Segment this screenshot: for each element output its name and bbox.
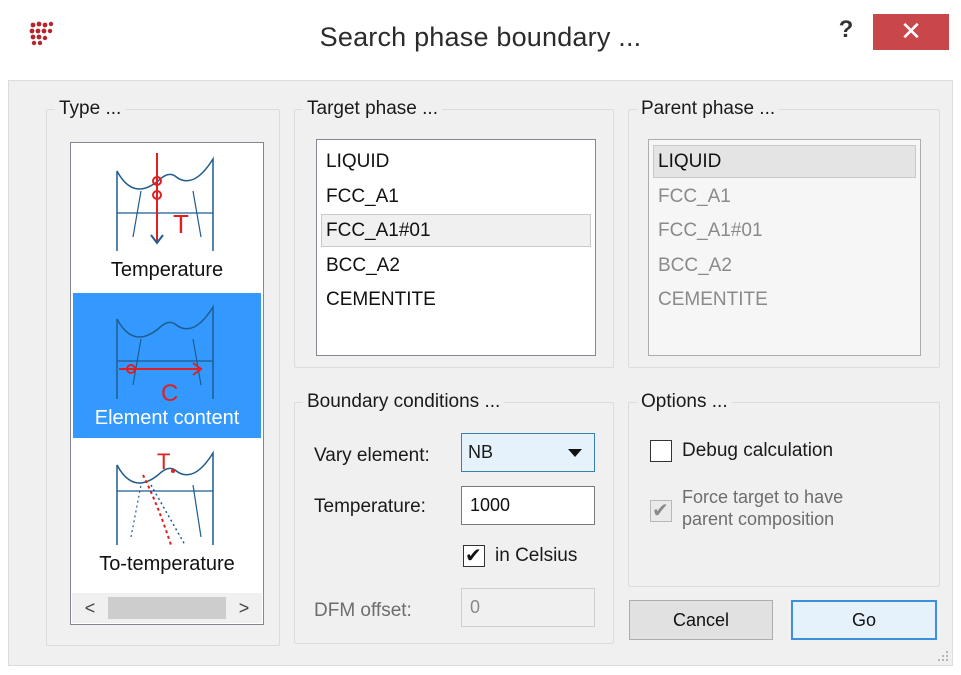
dfm-offset-label: DFM offset:	[314, 600, 412, 621]
target-phase-legend: Target phase ...	[307, 98, 438, 119]
list-item[interactable]: LIQUID	[653, 145, 916, 178]
list-item[interactable]: FCC_A1	[653, 180, 916, 213]
temperature-diagram-icon: T	[116, 153, 214, 251]
force-target-label-line2: parent composition	[682, 509, 835, 529]
help-button[interactable]: ?	[832, 16, 860, 46]
checkmark-icon: ✔	[465, 543, 482, 567]
in-celsius-checkbox[interactable]: ✔	[463, 543, 485, 567]
go-button[interactable]: Go	[791, 600, 937, 640]
in-celsius-label: in Celsius	[495, 545, 578, 566]
list-item[interactable]: FCC_A1#01	[653, 214, 916, 247]
chevron-down-icon	[568, 449, 582, 457]
close-button[interactable]: ✕	[873, 14, 949, 50]
force-target-label: Force target to have parent composition	[682, 486, 843, 530]
dfm-offset-input[interactable]: 0	[461, 588, 595, 627]
dialog-client-area: Type ... T Temperature C Element content…	[8, 80, 953, 666]
scroll-right-icon[interactable]: >	[230, 596, 258, 620]
list-item[interactable]: BCC_A2	[321, 249, 591, 282]
parent-phase-list[interactable]: LIQUID FCC_A1 FCC_A1#01 BCC_A2 CEMENTITE	[648, 139, 921, 356]
title-bar[interactable]: Search phase boundary ... ? ✕	[0, 0, 961, 80]
type-group-legend: Type ...	[59, 98, 122, 119]
target-phase-list[interactable]: LIQUID FCC_A1 FCC_A1#01 BCC_A2 CEMENTITE	[316, 139, 596, 356]
window-title: Search phase boundary ...	[319, 22, 642, 52]
force-target-checkbox[interactable]: ✔	[650, 498, 672, 522]
type-item-label: Element content	[94, 407, 240, 429]
dialog-window: Search phase boundary ... ? ✕ Type ... T…	[0, 0, 961, 675]
list-item[interactable]: FCC_A1	[321, 180, 591, 213]
svg-text:C: C	[161, 380, 178, 405]
checkmark-icon: ✔	[652, 498, 669, 522]
scrollbar-thumb[interactable]	[108, 597, 226, 619]
type-item-to-temperature[interactable]: T To-temperature	[73, 439, 261, 584]
resize-grip-icon[interactable]	[935, 648, 949, 662]
list-item[interactable]: LIQUID	[321, 145, 591, 178]
to-temperature-diagram-icon: T	[116, 449, 214, 546]
type-item-element-content[interactable]: C Element content	[73, 293, 261, 438]
type-item-label: To-temperature	[99, 553, 235, 575]
vary-element-label: Vary element:	[314, 445, 430, 466]
type-list[interactable]: T Temperature C Element content T To-tem…	[70, 142, 264, 625]
element-content-diagram-icon: C	[116, 304, 214, 405]
list-item[interactable]: BCC_A2	[653, 249, 916, 282]
debug-calculation-checkbox[interactable]	[650, 440, 672, 462]
svg-text:T: T	[157, 449, 170, 474]
force-target-label-line1: Force target to have	[682, 487, 844, 507]
scroll-left-icon[interactable]: <	[76, 596, 104, 620]
type-item-label: Temperature	[110, 259, 224, 281]
cancel-button[interactable]: Cancel	[629, 600, 773, 640]
debug-calculation-label: Debug calculation	[682, 440, 834, 461]
vary-element-select[interactable]: NB	[461, 433, 595, 472]
svg-text:T: T	[173, 209, 189, 239]
type-item-temperature[interactable]: T Temperature	[73, 145, 261, 290]
boundary-conditions-legend: Boundary conditions ...	[307, 391, 501, 412]
list-item[interactable]: CEMENTITE	[653, 283, 916, 316]
vary-element-value: NB	[468, 442, 494, 462]
temperature-label: Temperature:	[314, 496, 426, 517]
list-item[interactable]: FCC_A1#01	[321, 214, 591, 247]
list-item[interactable]: CEMENTITE	[321, 283, 591, 316]
parent-phase-legend: Parent phase ...	[641, 98, 776, 119]
options-legend: Options ...	[641, 391, 728, 412]
temperature-input[interactable]: 1000	[461, 486, 595, 525]
type-list-scrollbar[interactable]: < >	[72, 593, 262, 623]
